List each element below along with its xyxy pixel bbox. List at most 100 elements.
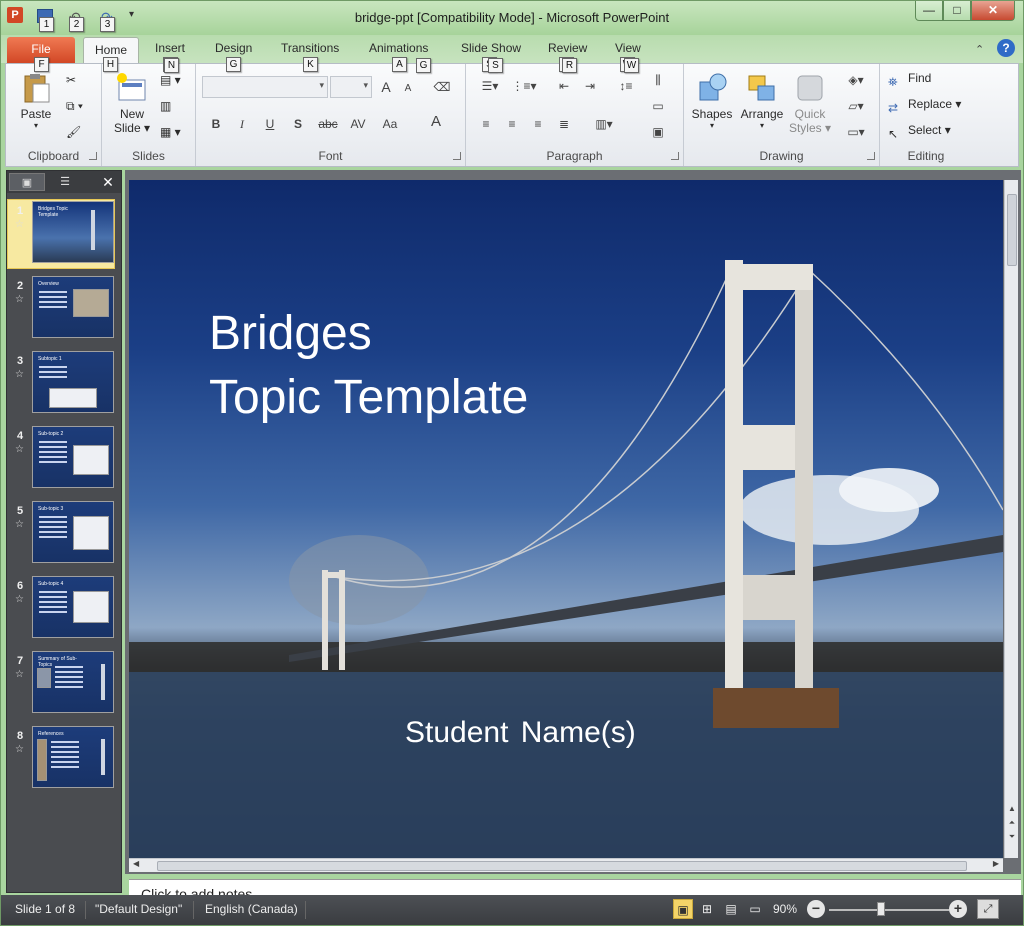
tab-animations[interactable]: Animations (369, 41, 428, 55)
zoom-level[interactable]: 90% (773, 902, 797, 916)
notes-pane[interactable]: Click to add notes (129, 879, 1021, 895)
close-button[interactable]: ✕ (971, 1, 1015, 21)
clipboard-launcher-icon[interactable] (89, 152, 97, 160)
bold-button[interactable]: B (206, 114, 226, 134)
char-spacing-button[interactable]: AV (346, 114, 370, 134)
paragraph-launcher-icon[interactable] (671, 152, 679, 160)
new-slide-button[interactable]: New Slide ▾ (110, 72, 154, 135)
shape-fill-icon[interactable]: ◈▾ (842, 70, 870, 90)
scroll-left-icon[interactable]: ◀ (133, 859, 139, 868)
shadow-button[interactable]: S (288, 114, 308, 134)
underline-button[interactable]: U (260, 114, 280, 134)
next-slide-icon[interactable]: ⏷ (1005, 832, 1019, 842)
grow-font-button[interactable]: A (376, 77, 396, 97)
zoom-in-icon[interactable]: + (949, 900, 967, 918)
normal-view-icon[interactable]: ▣ (673, 899, 693, 919)
strikethrough-button[interactable]: abc (316, 114, 340, 134)
fit-to-window-icon[interactable]: ⤢ (977, 899, 999, 919)
layout-icon[interactable]: ▤ ▾ (160, 70, 181, 90)
select-button[interactable]: ↖ Select ▾ (888, 120, 951, 141)
align-right-icon[interactable]: ≡ (528, 114, 548, 134)
slides-tab-icon[interactable]: ▣ (9, 173, 45, 191)
quick-styles-button[interactable]: Quick Styles ▾ (788, 72, 832, 135)
maximize-button[interactable]: □ (943, 1, 971, 21)
tab-insert[interactable]: Insert (155, 41, 185, 55)
paste-button[interactable]: Paste ▾ (16, 72, 56, 130)
line-spacing-icon[interactable]: ↕≡ (612, 76, 640, 96)
bullets-icon[interactable]: ☰▾ (476, 76, 504, 96)
slides-label: Slides (132, 149, 165, 163)
copy-icon[interactable]: ⧉ ▾ (66, 96, 83, 116)
numbering-icon[interactable]: ⋮≡▾ (510, 76, 538, 96)
change-case-button[interactable]: Aa (378, 114, 402, 134)
status-divider (305, 901, 306, 919)
align-center-icon[interactable]: ≡ (502, 114, 522, 134)
slide-thumbnail-4[interactable]: 4 ☆ Sub-topic 2 (7, 424, 121, 492)
tab-design[interactable]: Design (215, 41, 252, 55)
shapes-button[interactable]: Shapes ▾ (690, 72, 734, 130)
tab-view[interactable]: View (615, 41, 641, 55)
format-painter-icon[interactable]: 🖌 (66, 122, 81, 142)
align-text-icon[interactable]: ▭ (648, 96, 668, 116)
slide-thumbnail-7[interactable]: 7 ☆ Summary of Sub-Topics (7, 649, 121, 717)
thumbnail-image: References (32, 726, 114, 788)
font-color-button[interactable]: A (426, 112, 446, 132)
cut-icon[interactable]: ✂ (66, 70, 76, 90)
increase-indent-icon[interactable]: ⇥ (580, 76, 600, 96)
slide-thumbnail-3[interactable]: 3 ☆ Subtopic 1 (7, 349, 121, 417)
zoom-slider-thumb[interactable] (877, 902, 885, 916)
slide-thumbnail-2[interactable]: 2 ☆ Overview (7, 274, 121, 342)
tab-slide-show[interactable]: Slide Show (461, 41, 521, 55)
columns-icon[interactable]: ▥▾ (590, 114, 618, 134)
horizontal-scroll-thumb[interactable] (157, 861, 967, 871)
slide-thumbnail-5[interactable]: 5 ☆ Sub-topic 3 (7, 499, 121, 567)
slide-show-icon[interactable]: ▭ (745, 899, 765, 919)
scroll-right-icon[interactable]: ▶ (993, 859, 999, 868)
shape-effects-icon[interactable]: ▭▾ (842, 122, 870, 142)
font-launcher-icon[interactable] (453, 152, 461, 160)
slide-thumbnail-6[interactable]: 6 ☆ Sub-topic 4 (7, 574, 121, 642)
slide-title[interactable]: Bridges Topic Template (209, 302, 528, 430)
outline-tab-icon[interactable]: ☰ (47, 173, 83, 191)
decrease-indent-icon[interactable]: ⇤ (554, 76, 574, 96)
zoom-slider-track[interactable] (829, 909, 949, 911)
section-icon[interactable]: ▦ ▾ (160, 122, 181, 142)
font-size-combo[interactable] (330, 76, 372, 98)
shrink-font-button[interactable]: A (398, 79, 418, 99)
minimize-button[interactable]: — (915, 1, 943, 21)
text-direction-icon[interactable]: ⫼ (648, 70, 668, 90)
vertical-scrollbar[interactable]: ▲ ⏶ ⏷ (1004, 180, 1018, 858)
minimize-ribbon-icon[interactable]: ⌃ (975, 43, 984, 56)
slide-sorter-icon[interactable]: ⊞ (697, 899, 717, 919)
tab-review[interactable]: Review (548, 41, 587, 55)
find-button[interactable]: ⛯ Find (888, 68, 931, 89)
reset-icon[interactable]: ▥ (160, 96, 171, 116)
shape-outline-icon[interactable]: ▱▾ (842, 96, 870, 116)
smartart-icon[interactable]: ▣ (648, 122, 668, 142)
bridge-tower-shape (101, 664, 105, 700)
previous-slide-icon[interactable]: ⏶ (1005, 818, 1019, 828)
arrange-button[interactable]: Arrange ▾ (738, 72, 786, 130)
horizontal-scrollbar[interactable]: ◀ ▶ (129, 858, 1003, 872)
replace-button[interactable]: ⇄ Replace ▾ (888, 94, 961, 115)
align-left-icon[interactable]: ≡ (476, 114, 496, 134)
slide-thumbnail-1[interactable]: 1 ☆ Bridges Topic Template (7, 199, 121, 269)
horizon-land (129, 642, 1003, 672)
vertical-scroll-thumb[interactable] (1007, 194, 1017, 266)
clear-format-icon[interactable]: ⌫ (432, 77, 452, 97)
italic-button[interactable]: I (232, 114, 252, 134)
close-panel-icon[interactable]: ✕ (97, 173, 119, 191)
language-indicator[interactable]: English (Canada) (205, 902, 298, 916)
zoom-out-icon[interactable]: − (807, 900, 825, 918)
scroll-up-icon[interactable]: ▲ (1005, 804, 1019, 813)
slide-thumbnail-8[interactable]: 8 ☆ References (7, 724, 121, 792)
font-name-combo[interactable] (202, 76, 328, 98)
theme-name[interactable]: "Default Design" (95, 902, 182, 916)
current-slide[interactable]: Bridges Topic Template Student Name(s) (129, 180, 1003, 858)
drawing-launcher-icon[interactable] (867, 152, 875, 160)
tab-transitions[interactable]: Transitions (281, 41, 339, 55)
slide-subtitle[interactable]: Student Name(s) (405, 716, 636, 750)
justify-icon[interactable]: ≣ (554, 114, 574, 134)
reading-view-icon[interactable]: ▤ (721, 899, 741, 919)
help-icon[interactable]: ? (997, 39, 1015, 57)
